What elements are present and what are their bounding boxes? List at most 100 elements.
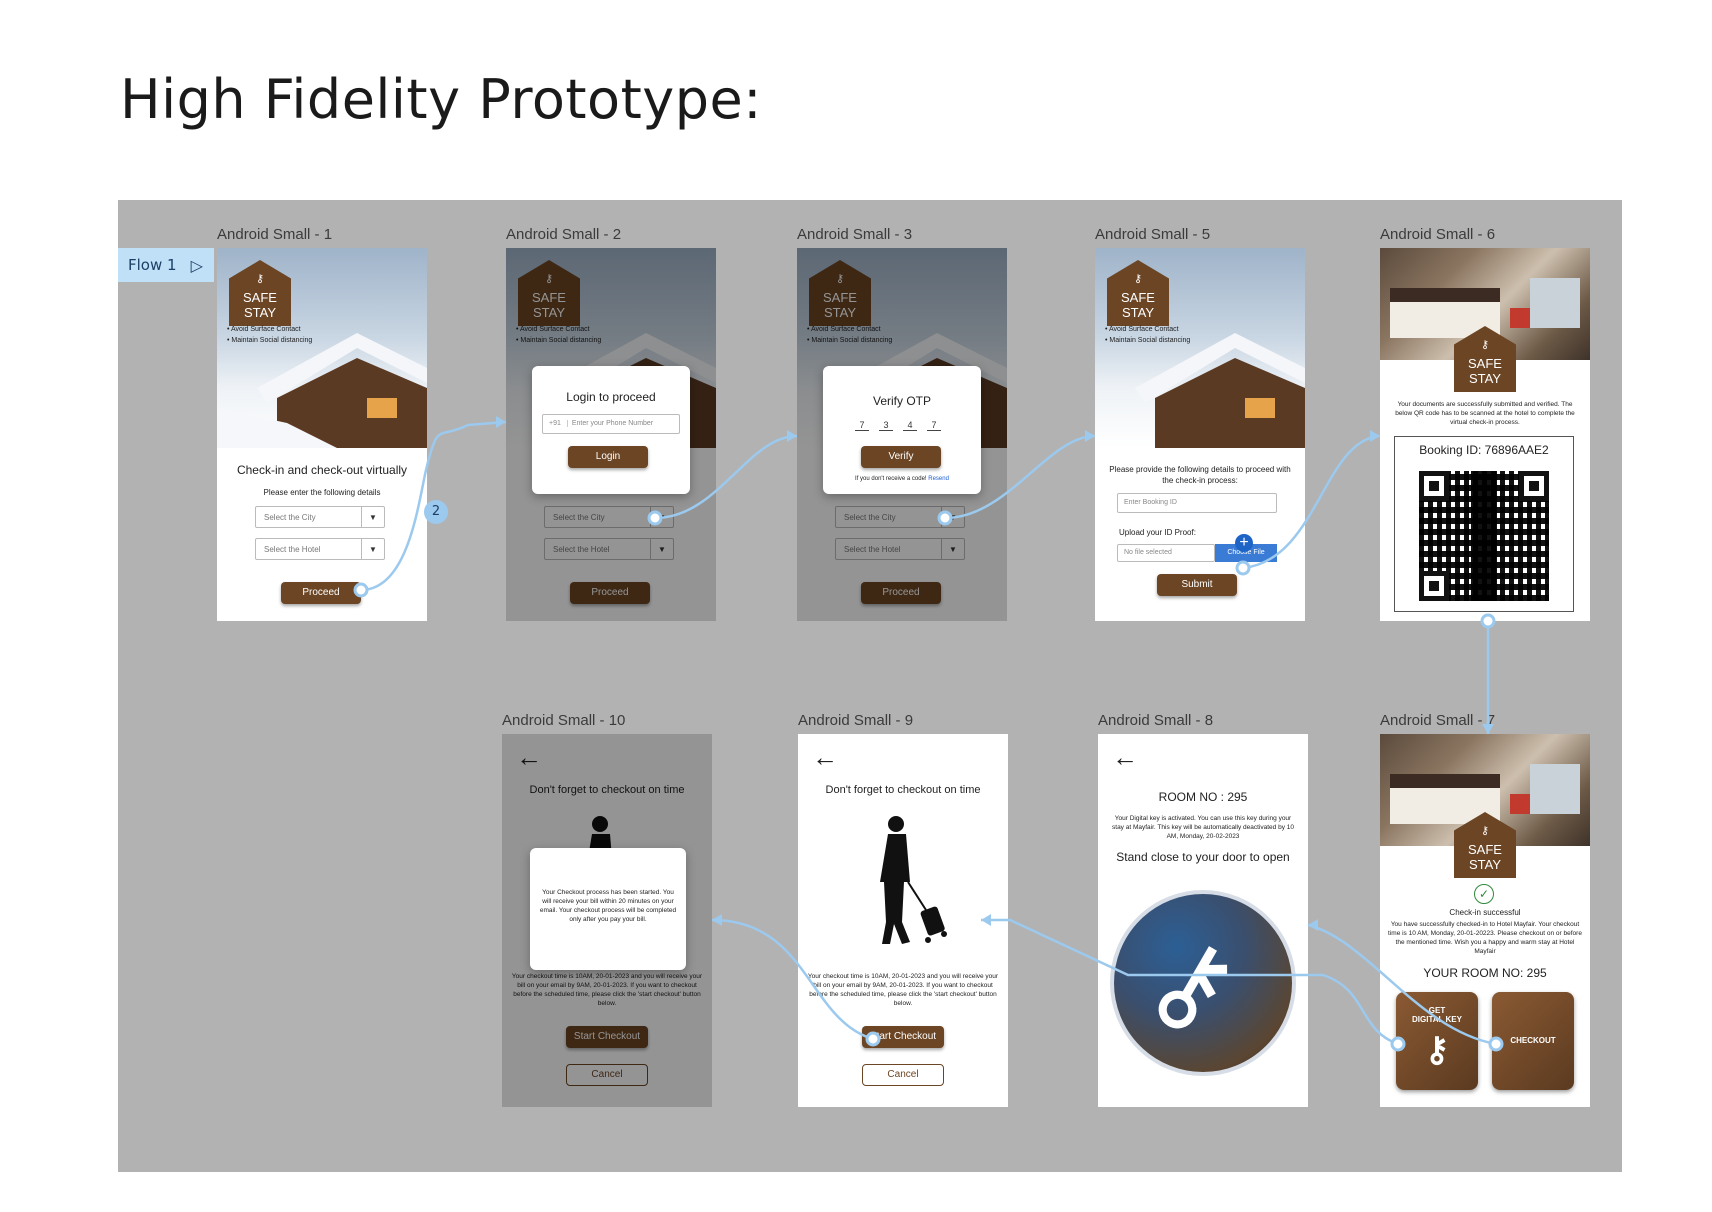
proceed-button[interactable]: Proceed: [570, 582, 650, 604]
checkout-button[interactable]: CHECKOUT: [1492, 992, 1574, 1090]
resend-text: If you don't receive a code!: [855, 476, 927, 482]
arrowhead: [496, 416, 506, 428]
city-select[interactable]: Select the City ▼: [255, 506, 385, 528]
back-arrow-icon[interactable]: ←: [516, 742, 542, 773]
frame-android-small-9[interactable]: ← Don't forget to checkout on time Your …: [798, 734, 1008, 1107]
key-icon: ⚷: [1480, 339, 1490, 351]
frame-label-1: Android Small - 1: [217, 226, 333, 243]
arrowhead: [1085, 430, 1095, 442]
frame-label-3: Android Small - 3: [797, 226, 913, 243]
door-instruction: Stand close to your door to open: [1116, 850, 1290, 864]
key-icon: ⚷: [835, 273, 845, 285]
frame-android-small-6[interactable]: ⚷ SAFE STAY Your documents are successfu…: [1380, 248, 1590, 621]
phone-input[interactable]: +91 Enter your Phone Number: [542, 414, 680, 434]
booking-instructions: Please provide the following details to …: [1109, 465, 1291, 485]
digital-key-disc[interactable]: ⚷: [1110, 890, 1296, 1076]
frame-android-small-3[interactable]: ⚷ SAFE STAY • Avoid Surface Contact • Ma…: [797, 248, 1007, 621]
chevron-down-icon[interactable]: ▼: [650, 539, 673, 559]
digital-key-line2: DIGITAL KEY: [1412, 1015, 1462, 1024]
checkin-heading: Check-in and check-out virtually: [236, 463, 408, 477]
chevron-down-icon[interactable]: ▼: [650, 507, 673, 527]
login-modal-title: Login to proceed: [566, 390, 656, 404]
frame-android-small-5[interactable]: ⚷ SAFE STAY • Avoid Surface Contact • Ma…: [1095, 248, 1305, 621]
frame-android-small-10[interactable]: ← Don't forget to checkout on time Your …: [502, 734, 712, 1107]
frame-android-small-8[interactable]: ← ROOM NO : 295 Your Digital key is acti…: [1098, 734, 1308, 1107]
bullet-1: • Avoid Surface Contact: [227, 326, 301, 333]
bullet-2: • Maintain Social distancing: [807, 337, 893, 344]
frame-android-small-7[interactable]: ⚷ SAFE STAY ✓ Check-in successful You ha…: [1380, 734, 1590, 1107]
brand-line2: STAY: [823, 305, 857, 320]
safety-bullets: • Avoid Surface Contact • Maintain Socia…: [1105, 324, 1190, 346]
play-icon[interactable]: ▷: [191, 256, 203, 275]
proceed-button[interactable]: Proceed: [281, 582, 361, 604]
bullet-2: • Maintain Social distancing: [516, 337, 602, 344]
hotel-select[interactable]: Select the Hotel ▼: [544, 538, 674, 560]
arrowhead: [1308, 919, 1318, 931]
hotel-select-label: Select the Hotel: [264, 545, 321, 554]
frame-android-small-1[interactable]: ⚷ SAFE STAY • Avoid Surface Contact • Ma…: [217, 248, 427, 621]
checkout-started-message: Your Checkout process has been started. …: [539, 889, 677, 923]
safety-bullets: • Avoid Surface Contact • Maintain Socia…: [807, 324, 892, 346]
frame-label-10: Android Small - 10: [502, 712, 626, 729]
otp-digit-2[interactable]: 3: [879, 420, 893, 431]
brand-line2: STAY: [532, 305, 566, 320]
arrowhead: [1370, 430, 1380, 442]
checkin-message: You have successfully checked-in to Hote…: [1388, 921, 1582, 955]
submit-button[interactable]: Submit: [1157, 574, 1237, 596]
brand-line2: STAY: [1121, 305, 1155, 320]
frame-label-8: Android Small - 8: [1098, 712, 1214, 729]
bullet-1: • Avoid Surface Contact: [807, 326, 881, 333]
step-badge[interactable]: 2: [424, 500, 448, 524]
back-arrow-icon[interactable]: ←: [812, 742, 838, 773]
hotel-select[interactable]: Select the Hotel ▼: [835, 538, 965, 560]
qr-finder-tl: [1419, 471, 1449, 501]
back-arrow-icon[interactable]: ←: [1112, 742, 1138, 773]
verify-button[interactable]: Verify: [861, 446, 941, 468]
checkout-started-modal: Your Checkout process has been started. …: [530, 848, 686, 970]
brand-line1: SAFE: [243, 290, 277, 305]
flow-tag[interactable]: Flow 1 ▷: [118, 248, 214, 282]
chevron-down-icon[interactable]: ▼: [941, 539, 964, 559]
checkout-message: Your checkout time is 10AM, 20-01-2023 a…: [511, 973, 703, 1007]
otp-digit-3[interactable]: 4: [903, 420, 917, 431]
brand-line1: SAFE: [1121, 290, 1155, 305]
traveler-silhouette: [880, 816, 947, 944]
key-icon: ⚷: [255, 273, 265, 285]
frame-android-small-2[interactable]: ⚷ SAFE STAY • Avoid Surface Contact • Ma…: [506, 248, 716, 621]
file-name-field: No file selected: [1117, 544, 1215, 562]
get-digital-key-button[interactable]: GET DIGITAL KEY ⚷: [1396, 992, 1478, 1090]
flow-label: Flow 1: [128, 256, 177, 274]
cancel-button[interactable]: Cancel: [566, 1064, 648, 1086]
booking-id-input[interactable]: Enter Booking ID: [1117, 493, 1277, 513]
booking-id: Booking ID: 76896AAE2: [1419, 443, 1549, 457]
otp-modal: Verify OTP 7 3 4 7 Verify If you don't r…: [823, 366, 981, 494]
chevron-down-icon[interactable]: ▼: [361, 507, 384, 527]
start-checkout-button[interactable]: Start Checkout: [566, 1026, 648, 1048]
start-checkout-button[interactable]: Start Checkout: [862, 1026, 944, 1048]
hotel-select[interactable]: Select the Hotel ▼: [255, 538, 385, 560]
chevron-down-icon[interactable]: ▼: [941, 507, 964, 527]
cancel-button[interactable]: Cancel: [862, 1064, 944, 1086]
brand-line1: SAFE: [532, 290, 566, 305]
chevron-down-icon[interactable]: ▼: [361, 539, 384, 559]
qr-finder-bl: [1419, 571, 1449, 601]
bullet-1: • Avoid Surface Contact: [516, 326, 590, 333]
frame-label-5: Android Small - 5: [1095, 226, 1211, 243]
otp-digit-1[interactable]: 7: [855, 420, 869, 431]
country-code: +91: [549, 420, 561, 427]
login-button[interactable]: Login: [568, 446, 648, 468]
otp-modal-title: Verify OTP: [872, 394, 931, 408]
resend-link[interactable]: Resend: [928, 476, 949, 482]
otp-digit-4[interactable]: 7: [927, 420, 941, 431]
proceed-button[interactable]: Proceed: [861, 582, 941, 604]
frame-label-9: Android Small - 9: [798, 712, 914, 729]
city-select[interactable]: Select the City ▼: [544, 506, 674, 528]
brand-line2: STAY: [1468, 371, 1502, 386]
brand-line2: STAY: [1468, 857, 1502, 872]
phone-placeholder: Enter your Phone Number: [566, 420, 654, 427]
qr-finder-tr: [1519, 471, 1549, 501]
room-number: YOUR ROOM NO: 295: [1423, 966, 1547, 980]
check-circle-icon: ✓: [1474, 884, 1494, 904]
city-select[interactable]: Select the City ▼: [835, 506, 965, 528]
safety-bullets: • Avoid Surface Contact • Maintain Socia…: [227, 324, 312, 346]
